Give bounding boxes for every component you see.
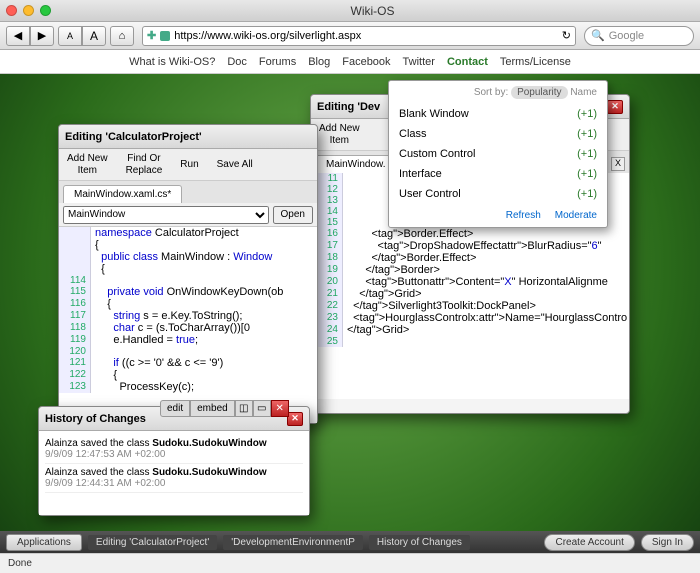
font-size-small-button[interactable]: A	[58, 26, 82, 46]
browser-titlebar: Wiki-OS	[0, 0, 700, 22]
dropdown-sort-row: Sort by: Popularity Name	[399, 87, 597, 98]
back-button[interactable]: ◀	[6, 26, 30, 46]
nav-link[interactable]: Forums	[259, 56, 296, 68]
status-text: Done	[8, 558, 32, 569]
taskbar-task[interactable]: 'DevelopmentEnvironmentP	[223, 535, 363, 550]
history-entry: Alainza saved the class Sudoku.SudokuWin…	[45, 435, 303, 464]
url-text: https://www.wiki-os.org/silverlight.aspx	[174, 30, 558, 42]
dev-window-close-button[interactable]: ✕	[607, 100, 623, 114]
calc-open-button[interactable]: Open	[273, 206, 313, 224]
history-popout-icon[interactable]: ▭	[253, 400, 271, 417]
minimize-window-icon[interactable]	[23, 5, 34, 16]
traffic-lights	[6, 5, 51, 16]
sort-by-label: Sort by:	[474, 87, 508, 98]
history-edit-button[interactable]: edit	[160, 400, 190, 417]
calc-code-editor[interactable]: namespace CalculatorProject{ public clas…	[59, 227, 317, 423]
site-nav: What is Wiki-OS? Doc Forums Blog Facebook Twi…	[0, 50, 700, 74]
window-calculator-project[interactable]: Editing 'CalculatorProject' Add New Item…	[58, 124, 318, 424]
nav-link[interactable]: Terms/License	[500, 56, 571, 68]
browser-toolbar: ◀ ▶ A A ⌂ ✚ https://www.wiki-os.org/silv…	[0, 22, 700, 50]
calc-window-titlebar[interactable]: Editing 'CalculatorProject'	[59, 125, 317, 149]
history-entry: Alainza saved the class Sudoku.SudokuWin…	[45, 464, 303, 493]
calc-menu-item[interactable]: Find Or Replace	[126, 153, 163, 177]
search-placeholder: Google	[609, 30, 644, 42]
taskbar-task[interactable]: History of Changes	[369, 535, 470, 550]
home-button[interactable]: ⌂	[110, 26, 134, 46]
history-close-button[interactable]: ✕	[287, 412, 303, 426]
calc-class-selector[interactable]: MainWindow	[63, 206, 269, 224]
add-new-item-dropdown: Sort by: Popularity Name Blank Window(+1…	[388, 80, 608, 228]
desktop: Editing 'Dev ✕ Add New Item MainWindow. …	[0, 74, 700, 553]
taskbar: Applications Editing 'CalculatorProject'…	[0, 531, 700, 553]
dev-menu-add-new-item[interactable]: Add New Item	[319, 123, 360, 147]
calc-menu-item[interactable]: Save All	[217, 159, 253, 171]
dropdown-moderate-link[interactable]: Moderate	[555, 210, 597, 221]
sign-in-button[interactable]: Sign In	[641, 534, 694, 551]
search-bar[interactable]: 🔍 Google	[584, 26, 694, 46]
sort-popularity-button[interactable]: Popularity	[511, 86, 567, 99]
calc-menu-item[interactable]: Run	[180, 159, 198, 171]
history-embed-button[interactable]: embed	[190, 400, 235, 417]
calc-window-title: Editing 'CalculatorProject'	[65, 131, 202, 143]
nav-link[interactable]: What is Wiki-OS?	[129, 56, 215, 68]
calc-tab-mainwindow[interactable]: MainWindow.xaml.cs*	[63, 185, 182, 203]
reload-icon[interactable]: ↻	[562, 29, 571, 42]
nav-link[interactable]: Facebook	[342, 56, 390, 68]
font-size-large-button[interactable]: A	[82, 26, 106, 46]
forward-button[interactable]: ▶	[30, 26, 54, 46]
dropdown-item[interactable]: Class(+1)	[399, 124, 597, 144]
dev-window-title: Editing 'Dev	[317, 101, 380, 113]
calc-window-menu: Add New Item Find Or Replace Run Save All	[59, 149, 317, 181]
history-title: History of Changes	[45, 413, 146, 425]
calc-menu-item[interactable]: Add New Item	[67, 153, 108, 177]
calc-tabbar: MainWindow.xaml.cs*	[59, 181, 317, 203]
nav-link[interactable]: Contact	[447, 56, 488, 68]
browser-statusbar: Done	[0, 553, 700, 573]
applications-menu-button[interactable]: Applications	[6, 534, 82, 551]
search-icon: 🔍	[591, 29, 605, 42]
dropdown-item[interactable]: Custom Control(+1)	[399, 144, 597, 164]
dev-tab-mainwindow[interactable]: MainWindow.	[315, 155, 396, 173]
window-history-of-changes[interactable]: History of Changes ✕ Alainza saved the c…	[38, 406, 310, 516]
dropdown-item[interactable]: Blank Window(+1)	[399, 104, 597, 124]
calc-combo-row: MainWindow Open	[59, 203, 317, 227]
sort-name-button[interactable]: Name	[570, 87, 597, 98]
dropdown-item[interactable]: Interface(+1)	[399, 164, 597, 184]
close-window-icon[interactable]	[6, 5, 17, 16]
create-account-button[interactable]: Create Account	[544, 534, 634, 551]
taskbar-task[interactable]: Editing 'CalculatorProject'	[88, 535, 217, 550]
dev-tab-close-button[interactable]: X	[611, 157, 625, 171]
lock-icon	[160, 31, 170, 41]
history-body[interactable]: Alainza saved the class Sudoku.SudokuWin…	[39, 431, 309, 515]
nav-link[interactable]: Blog	[308, 56, 330, 68]
history-toolbar: edit embed ◫ ▭ ✕	[160, 400, 289, 417]
history-maximize-icon[interactable]: ◫	[235, 400, 253, 417]
dropdown-item[interactable]: User Control(+1)	[399, 184, 597, 204]
add-bookmark-icon[interactable]: ✚	[147, 29, 156, 42]
history-x-button[interactable]: ✕	[271, 400, 289, 417]
url-bar[interactable]: ✚ https://www.wiki-os.org/silverlight.as…	[142, 26, 576, 46]
browser-title: Wiki-OS	[51, 4, 694, 18]
zoom-window-icon[interactable]	[40, 5, 51, 16]
nav-link[interactable]: Twitter	[403, 56, 435, 68]
nav-link[interactable]: Doc	[227, 56, 247, 68]
dropdown-refresh-link[interactable]: Refresh	[506, 210, 541, 221]
